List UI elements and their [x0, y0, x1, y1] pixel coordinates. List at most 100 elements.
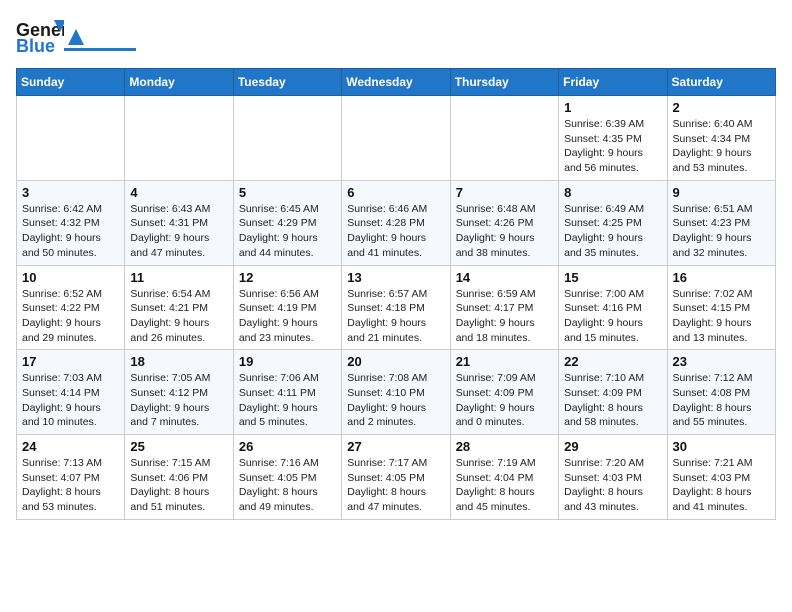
day-info: Sunrise: 6:40 AM Sunset: 4:34 PM Dayligh… — [673, 117, 770, 176]
day-info: Sunrise: 7:13 AM Sunset: 4:07 PM Dayligh… — [22, 456, 119, 515]
day-info: Sunrise: 7:12 AM Sunset: 4:08 PM Dayligh… — [673, 371, 770, 430]
calendar-cell: 10 Sunrise: 6:52 AM Sunset: 4:22 PM Dayli… — [17, 265, 125, 350]
weekday-header-tuesday: Tuesday — [233, 69, 341, 96]
calendar-cell: 25 Sunrise: 7:15 AM Sunset: 4:06 PM Dayli… — [125, 435, 233, 520]
day-number: 17 — [22, 354, 119, 369]
logo-triangle-icon — [66, 27, 86, 47]
calendar-cell: 14 Sunrise: 6:59 AM Sunset: 4:17 PM Dayli… — [450, 265, 558, 350]
day-number: 28 — [456, 439, 553, 454]
calendar-cell: 26 Sunrise: 7:16 AM Sunset: 4:05 PM Dayli… — [233, 435, 341, 520]
day-info: Sunrise: 7:20 AM Sunset: 4:03 PM Dayligh… — [564, 456, 661, 515]
day-number: 14 — [456, 270, 553, 285]
calendar-cell — [450, 96, 558, 181]
day-info: Sunrise: 7:16 AM Sunset: 4:05 PM Dayligh… — [239, 456, 336, 515]
day-info: Sunrise: 7:17 AM Sunset: 4:05 PM Dayligh… — [347, 456, 444, 515]
calendar-cell — [17, 96, 125, 181]
day-number: 8 — [564, 185, 661, 200]
day-number: 10 — [22, 270, 119, 285]
day-number: 21 — [456, 354, 553, 369]
calendar-cell: 17 Sunrise: 7:03 AM Sunset: 4:14 PM Dayli… — [17, 350, 125, 435]
day-number: 26 — [239, 439, 336, 454]
day-info: Sunrise: 7:08 AM Sunset: 4:10 PM Dayligh… — [347, 371, 444, 430]
day-info: Sunrise: 7:21 AM Sunset: 4:03 PM Dayligh… — [673, 456, 770, 515]
calendar-cell — [125, 96, 233, 181]
calendar-cell: 21 Sunrise: 7:09 AM Sunset: 4:09 PM Dayli… — [450, 350, 558, 435]
calendar-cell: 18 Sunrise: 7:05 AM Sunset: 4:12 PM Dayli… — [125, 350, 233, 435]
calendar-cell: 5Sunrise: 6:45 AM Sunset: 4:29 PM Daylig… — [233, 180, 341, 265]
calendar-cell: 12 Sunrise: 6:56 AM Sunset: 4:19 PM Dayli… — [233, 265, 341, 350]
day-info: Sunrise: 7:10 AM Sunset: 4:09 PM Dayligh… — [564, 371, 661, 430]
day-info: Sunrise: 6:52 AM Sunset: 4:22 PM Dayligh… — [22, 287, 119, 346]
day-number: 19 — [239, 354, 336, 369]
day-info: Sunrise: 7:03 AM Sunset: 4:14 PM Dayligh… — [22, 371, 119, 430]
calendar-cell: 8 Sunrise: 6:49 AM Sunset: 4:25 PM Daylig… — [559, 180, 667, 265]
calendar-cell: 29 Sunrise: 7:20 AM Sunset: 4:03 PM Dayli… — [559, 435, 667, 520]
calendar-cell: 22 Sunrise: 7:10 AM Sunset: 4:09 PM Dayli… — [559, 350, 667, 435]
day-number: 2 — [673, 100, 770, 115]
day-number: 22 — [564, 354, 661, 369]
day-number: 27 — [347, 439, 444, 454]
calendar-cell: 11Sunrise: 6:54 AM Sunset: 4:21 PM Dayli… — [125, 265, 233, 350]
calendar-week-5: 24 Sunrise: 7:13 AM Sunset: 4:07 PM Dayli… — [17, 435, 776, 520]
svg-text:Blue: Blue — [16, 36, 55, 56]
day-info: Sunrise: 6:39 AM Sunset: 4:35 PM Dayligh… — [564, 117, 661, 176]
day-number: 4 — [130, 185, 227, 200]
day-number: 7 — [456, 185, 553, 200]
logo-icon: General Blue — [16, 16, 64, 60]
logo-underline — [64, 48, 136, 51]
day-number: 18 — [130, 354, 227, 369]
day-number: 3 — [22, 185, 119, 200]
day-number: 29 — [564, 439, 661, 454]
calendar-cell: 15 Sunrise: 7:00 AM Sunset: 4:16 PM Dayli… — [559, 265, 667, 350]
day-info: Sunrise: 6:59 AM Sunset: 4:17 PM Dayligh… — [456, 287, 553, 346]
day-number: 15 — [564, 270, 661, 285]
day-number: 20 — [347, 354, 444, 369]
day-number: 1 — [564, 100, 661, 115]
weekday-header-monday: Monday — [125, 69, 233, 96]
calendar-cell: 9 Sunrise: 6:51 AM Sunset: 4:23 PM Daylig… — [667, 180, 775, 265]
calendar-cell: 19 Sunrise: 7:06 AM Sunset: 4:11 PM Dayli… — [233, 350, 341, 435]
calendar-cell: 27 Sunrise: 7:17 AM Sunset: 4:05 PM Dayli… — [342, 435, 450, 520]
day-info: Sunrise: 6:57 AM Sunset: 4:18 PM Dayligh… — [347, 287, 444, 346]
day-info: Sunrise: 7:06 AM Sunset: 4:11 PM Dayligh… — [239, 371, 336, 430]
calendar-cell: 13 Sunrise: 6:57 AM Sunset: 4:18 PM Dayli… — [342, 265, 450, 350]
day-number: 16 — [673, 270, 770, 285]
calendar-cell: 2 Sunrise: 6:40 AM Sunset: 4:34 PM Daylig… — [667, 96, 775, 181]
calendar-week-3: 10 Sunrise: 6:52 AM Sunset: 4:22 PM Dayli… — [17, 265, 776, 350]
logo: General Blue — [16, 16, 136, 60]
day-info: Sunrise: 7:15 AM Sunset: 4:06 PM Dayligh… — [130, 456, 227, 515]
weekday-header-wednesday: Wednesday — [342, 69, 450, 96]
calendar-cell: 20 Sunrise: 7:08 AM Sunset: 4:10 PM Dayli… — [342, 350, 450, 435]
calendar-header-row: SundayMondayTuesdayWednesdayThursdayFrid… — [17, 69, 776, 96]
day-number: 30 — [673, 439, 770, 454]
day-info: Sunrise: 7:09 AM Sunset: 4:09 PM Dayligh… — [456, 371, 553, 430]
calendar-cell: 1 Sunrise: 6:39 AM Sunset: 4:35 PM Daylig… — [559, 96, 667, 181]
calendar-cell: 30 Sunrise: 7:21 AM Sunset: 4:03 PM Dayli… — [667, 435, 775, 520]
day-info: Sunrise: 6:56 AM Sunset: 4:19 PM Dayligh… — [239, 287, 336, 346]
day-number: 25 — [130, 439, 227, 454]
day-number: 9 — [673, 185, 770, 200]
day-number: 13 — [347, 270, 444, 285]
day-info: Sunrise: 6:42 AM Sunset: 4:32 PM Dayligh… — [22, 202, 119, 261]
day-info: Sunrise: 7:05 AM Sunset: 4:12 PM Dayligh… — [130, 371, 227, 430]
day-info: Sunrise: 7:00 AM Sunset: 4:16 PM Dayligh… — [564, 287, 661, 346]
day-info: Sunrise: 6:45 AM Sunset: 4:29 PM Dayligh… — [239, 202, 336, 261]
day-info: Sunrise: 6:46 AM Sunset: 4:28 PM Dayligh… — [347, 202, 444, 261]
day-info: Sunrise: 6:48 AM Sunset: 4:26 PM Dayligh… — [456, 202, 553, 261]
day-info: Sunrise: 6:49 AM Sunset: 4:25 PM Dayligh… — [564, 202, 661, 261]
calendar-cell: 23Sunrise: 7:12 AM Sunset: 4:08 PM Dayli… — [667, 350, 775, 435]
day-number: 6 — [347, 185, 444, 200]
calendar-cell: 7 Sunrise: 6:48 AM Sunset: 4:26 PM Daylig… — [450, 180, 558, 265]
day-info: Sunrise: 6:51 AM Sunset: 4:23 PM Dayligh… — [673, 202, 770, 261]
weekday-header-friday: Friday — [559, 69, 667, 96]
weekday-header-saturday: Saturday — [667, 69, 775, 96]
calendar-week-2: 3 Sunrise: 6:42 AM Sunset: 4:32 PM Daylig… — [17, 180, 776, 265]
day-number: 12 — [239, 270, 336, 285]
day-number: 24 — [22, 439, 119, 454]
calendar-cell — [342, 96, 450, 181]
calendar-table: SundayMondayTuesdayWednesdayThursdayFrid… — [16, 68, 776, 520]
calendar-cell: 4Sunrise: 6:43 AM Sunset: 4:31 PM Daylig… — [125, 180, 233, 265]
calendar-cell: 28Sunrise: 7:19 AM Sunset: 4:04 PM Dayli… — [450, 435, 558, 520]
calendar-cell: 3 Sunrise: 6:42 AM Sunset: 4:32 PM Daylig… — [17, 180, 125, 265]
day-info: Sunrise: 7:02 AM Sunset: 4:15 PM Dayligh… — [673, 287, 770, 346]
